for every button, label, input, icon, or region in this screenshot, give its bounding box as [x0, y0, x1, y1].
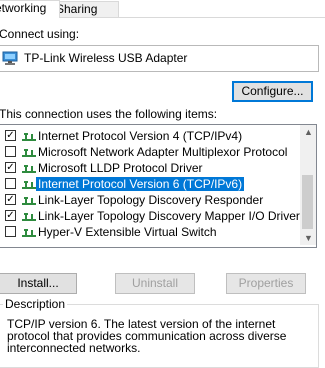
description-title: Description	[3, 297, 68, 311]
list-scrollbar[interactable]: ▲ ▼	[300, 125, 316, 245]
list-item[interactable]: ✓ Link-Layer Topology Discovery Mapper I/…	[0, 208, 300, 224]
item-label: Link-Layer Topology Discovery Responder	[38, 193, 264, 207]
protocol-icon	[22, 179, 36, 190]
item-checkbox[interactable]: ✓	[5, 194, 16, 205]
list-item[interactable]: Microsoft Network Adapter Multiplexor Pr…	[0, 144, 300, 160]
protocol-icon	[22, 227, 36, 238]
scroll-up-arrow-icon[interactable]: ▲	[304, 128, 313, 137]
list-item[interactable]: ✓ Microsoft LLDP Protocol Driver	[0, 160, 300, 176]
tab-networking[interactable]: etworking	[0, 0, 60, 18]
list-item[interactable]: ✓ Internet Protocol Version 4 (TCP/IPv4)	[0, 128, 300, 144]
protocol-icon	[22, 211, 36, 222]
list-item[interactable]: Internet Protocol Version 6 (TCP/IPv6)	[0, 176, 300, 192]
tab-strip: etworking Sharing	[0, 0, 325, 18]
adapter-name: TP-Link Wireless USB Adapter	[24, 51, 188, 65]
uninstall-button[interactable]: Uninstall	[115, 273, 195, 294]
item-label: Link-Layer Topology Discovery Mapper I/O…	[38, 209, 300, 223]
scroll-down-arrow-icon[interactable]: ▼	[304, 234, 313, 243]
items-label: This connection uses the following items…	[0, 107, 218, 121]
configure-button[interactable]: Configure...	[232, 81, 313, 102]
protocol-icon	[22, 195, 36, 206]
item-label: Internet Protocol Version 4 (TCP/IPv4)	[38, 129, 243, 143]
scrollbar-thumb[interactable]	[302, 175, 313, 229]
list-item[interactable]: Hyper-V Extensible Virtual Switch	[0, 224, 300, 240]
protocol-icon	[22, 163, 36, 174]
item-checkbox[interactable]	[5, 226, 16, 237]
tab-sharing-label: Sharing	[56, 2, 98, 16]
item-checkbox[interactable]: ✓	[5, 210, 16, 221]
network-adapter-icon	[2, 51, 20, 66]
tab-sharing[interactable]: Sharing	[51, 1, 119, 17]
description-text: TCP/IP version 6. The latest version of …	[7, 317, 287, 355]
protocol-icon	[22, 131, 36, 142]
item-label: Microsoft Network Adapter Multiplexor Pr…	[38, 145, 288, 159]
item-label: Microsoft LLDP Protocol Driver	[38, 161, 203, 175]
item-checkbox[interactable]	[5, 146, 16, 157]
item-label: Hyper-V Extensible Virtual Switch	[38, 225, 217, 239]
list-item[interactable]: ✓ Link-Layer Topology Discovery Responder	[0, 192, 300, 208]
items-list[interactable]: ✓ Internet Protocol Version 4 (TCP/IPv4) M…	[0, 124, 317, 248]
adapter-field: TP-Link Wireless USB Adapter	[0, 45, 319, 72]
properties-button[interactable]: Properties	[226, 273, 306, 294]
install-button[interactable]: Install...	[0, 273, 77, 294]
item-label: Internet Protocol Version 6 (TCP/IPv6)	[36, 177, 245, 191]
item-checkbox[interactable]	[5, 178, 16, 189]
item-checkbox[interactable]: ✓	[5, 130, 16, 141]
connect-using-label: Connect using:	[0, 27, 80, 41]
protocol-icon	[22, 147, 36, 158]
item-checkbox[interactable]: ✓	[5, 162, 16, 173]
tab-networking-label: etworking	[0, 1, 47, 15]
